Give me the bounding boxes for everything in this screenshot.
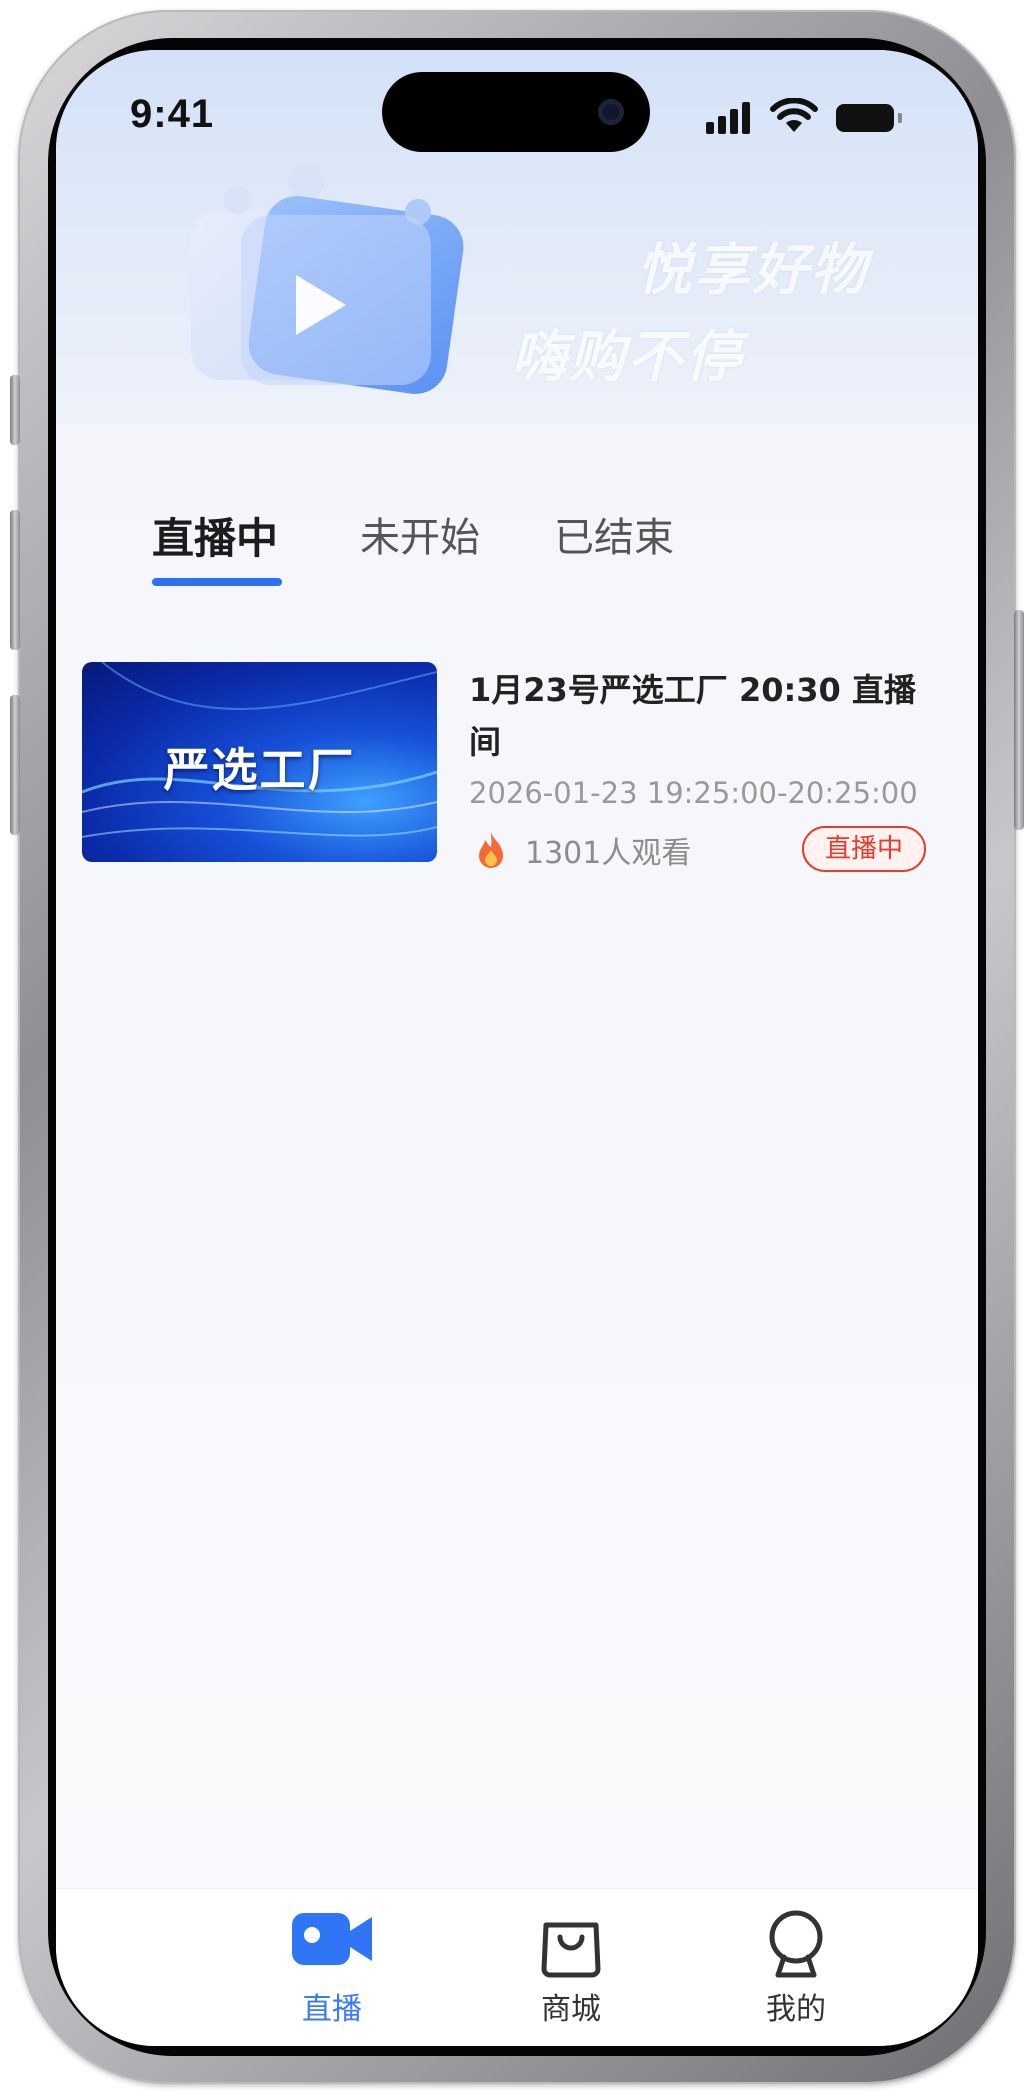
slogan-line-1: 悦享好物 xyxy=(636,238,868,303)
live-status-badge: 直播中 xyxy=(802,826,926,872)
front-camera-icon xyxy=(598,99,624,125)
stream-time-range: 2026-01-23 19:25:00-20:25:00 xyxy=(469,776,918,810)
nav-label-profile: 我的 xyxy=(766,1992,826,2027)
tab-live[interactable]: 直播中 xyxy=(152,505,278,566)
nav-label-live: 直播 xyxy=(302,1992,362,2027)
thumbnail-title: 严选工厂 xyxy=(163,743,356,797)
app-screen: 悦享好物 嗨购不停 9:41 直播中 未开始 已结束 严选工厂 1月23号严选工… xyxy=(56,50,978,2046)
video-camera-icon xyxy=(292,1913,372,1965)
stream-thumbnail[interactable]: 严选工厂 xyxy=(82,662,437,862)
nav-item-mall[interactable]: 商城 xyxy=(481,1889,661,2046)
slogan-line-2: 嗨购不停 xyxy=(511,325,743,390)
status-time: 9:41 xyxy=(130,92,215,136)
status-bar: 9:41 xyxy=(56,50,978,170)
status-tabs: 直播中 未开始 已结束 xyxy=(56,505,978,615)
tab-upcoming[interactable]: 未开始 xyxy=(360,505,480,563)
active-tab-indicator xyxy=(152,578,282,586)
stream-title[interactable]: 1月23号严选工厂 20:30 直播间 xyxy=(469,664,939,768)
battery-icon xyxy=(836,104,894,132)
viewer-count-text: 1301人观看 xyxy=(525,836,692,871)
tab-ended[interactable]: 已结束 xyxy=(554,505,674,563)
nav-label-mall: 商城 xyxy=(541,1992,601,2027)
shopping-bag-icon xyxy=(541,1922,601,1978)
video-play-icon xyxy=(191,164,464,394)
profile-icon xyxy=(769,1910,823,1978)
bottom-nav: 直播 商城 我的 xyxy=(56,1888,978,2046)
nav-item-live[interactable]: 直播 xyxy=(242,1889,422,2046)
volume-up-button xyxy=(10,510,20,650)
battery-tip xyxy=(898,113,902,123)
cellular-signal-icon xyxy=(706,100,756,134)
flame-icon xyxy=(479,832,503,868)
stream-card[interactable]: 严选工厂 1月23号严选工厂 20:30 直播间 2026-01-23 19:2… xyxy=(82,662,952,872)
action-button xyxy=(10,375,20,445)
volume-down-button xyxy=(10,695,20,835)
dynamic-island xyxy=(382,72,650,152)
wifi-icon xyxy=(770,98,818,132)
power-button xyxy=(1014,610,1024,830)
nav-item-profile[interactable]: 我的 xyxy=(706,1889,886,2046)
